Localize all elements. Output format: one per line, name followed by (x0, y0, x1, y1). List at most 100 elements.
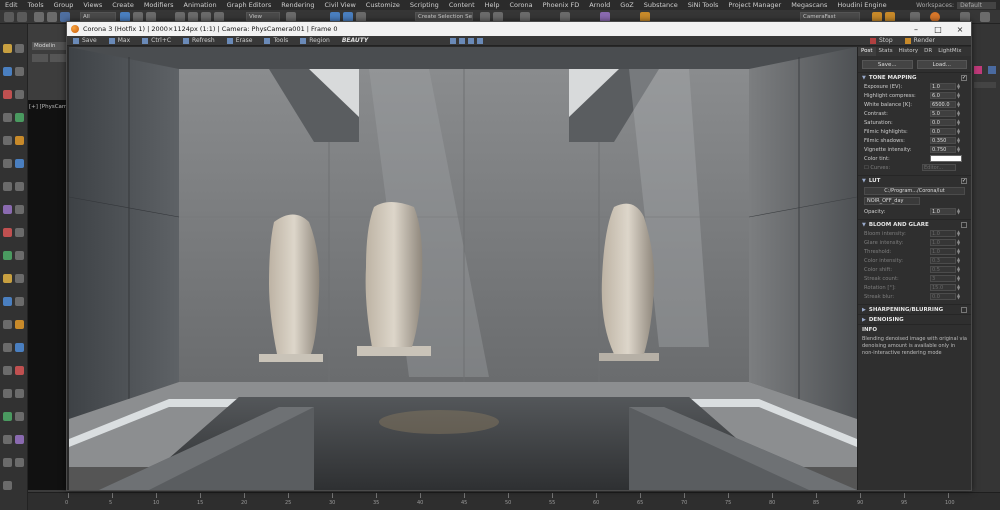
menu-item-views[interactable]: Views (78, 1, 107, 9)
tool-icon[interactable] (3, 228, 12, 237)
spinner-icon[interactable]: ▲ ▼ (956, 101, 961, 108)
menu-item-project-manager[interactable]: Project Manager (723, 1, 786, 9)
menu-item-civil-view[interactable]: Civil View (319, 1, 360, 9)
tool-icon[interactable] (15, 182, 24, 191)
tool-icon[interactable] (15, 435, 24, 444)
tool-icon[interactable] (3, 481, 12, 490)
lut-opacity-input[interactable]: 1.0 (930, 208, 956, 215)
tool-icon[interactable] (3, 159, 12, 168)
tool-icon[interactable] (15, 228, 24, 237)
save-settings-button[interactable]: Save... (862, 60, 913, 69)
menu-item-arnold[interactable]: Arnold (584, 1, 615, 9)
close-icon[interactable]: × (949, 25, 971, 34)
copy-button[interactable]: Ctrl+C (136, 37, 177, 44)
menu-item-modifiers[interactable]: Modifiers (139, 1, 179, 9)
selection-set-dropdown[interactable]: Create Selection Set (415, 12, 473, 21)
spinner-icon[interactable]: ▲ ▼ (956, 266, 961, 273)
lut-path-button[interactable]: C:/Program.../Corona/lut (864, 187, 965, 195)
workspaces-selector[interactable]: Workspaces: Default (916, 1, 1000, 9)
timeline[interactable]: 0 5 10 15 20 25 30 35 40 45 50 55 60 65 70 75 80 85 90 95 10… (28, 492, 1000, 510)
tools-button[interactable]: Tools (258, 37, 294, 44)
param-input[interactable]: 0.0 (930, 293, 956, 300)
render-image[interactable] (69, 47, 857, 490)
tool-icon[interactable] (15, 205, 24, 214)
refresh-button[interactable]: Refresh (177, 37, 221, 44)
param-input[interactable]: 0.0 (930, 128, 956, 135)
spinner-icon[interactable]: ▲ ▼ (956, 284, 961, 291)
lut-dropdown[interactable]: NOIR_OFF_day (864, 197, 920, 205)
curves-editor-button[interactable]: Editor... (922, 164, 956, 171)
param-input[interactable]: 1.0 (930, 239, 956, 246)
tool-icon[interactable] (15, 320, 24, 329)
viewport-label[interactable]: [+] [PhysCam (29, 104, 67, 110)
tool-icon[interactable] (15, 44, 24, 53)
menu-item-phoenix-fd[interactable]: Phoenix FD (538, 1, 585, 9)
link-icon[interactable] (34, 12, 44, 22)
param-input[interactable]: 1.0 (930, 83, 956, 90)
render-button[interactable]: Render (899, 37, 941, 44)
spinner-icon[interactable]: ▲ ▼ (956, 293, 961, 300)
workspaces-value[interactable]: Default (957, 1, 996, 9)
menu-item-edit[interactable]: Edit (0, 1, 23, 9)
spinner-icon[interactable]: ▲ ▼ (956, 119, 961, 126)
help-icon[interactable] (980, 12, 990, 22)
tool-icon[interactable] (3, 182, 12, 191)
menu-item-graph-editors[interactable]: Graph Editors (222, 1, 277, 9)
tool-icon[interactable] (3, 297, 12, 306)
param-input[interactable]: 3 (930, 275, 956, 282)
menu-item-rendering[interactable]: Rendering (276, 1, 319, 9)
tab-dr[interactable]: DR (921, 47, 935, 56)
render-element-selector[interactable]: BEAUTY (336, 37, 374, 44)
panel-button[interactable] (50, 54, 66, 62)
tool-icon[interactable] (15, 343, 24, 352)
tool-icon[interactable] (3, 274, 12, 283)
param-input[interactable]: 5.0 (930, 110, 956, 117)
param-input[interactable]: 1.0 (930, 248, 956, 255)
erase-button[interactable]: Erase (221, 37, 259, 44)
param-input[interactable]: 6.0 (930, 92, 956, 99)
spinner-icon[interactable]: ▲ ▼ (956, 230, 961, 237)
menu-item-content[interactable]: Content (444, 1, 480, 9)
spinner-icon[interactable]: ▲ ▼ (956, 239, 961, 246)
spinner-icon[interactable]: ▲ ▼ (956, 137, 961, 144)
tool-icon[interactable] (15, 159, 24, 168)
menu-item-group[interactable]: Group (49, 1, 79, 9)
menu-item-houdini-engine[interactable]: Houdini Engine (832, 1, 891, 9)
bloom-glare-header[interactable]: ▼ BLOOM AND GLARE (858, 219, 971, 229)
max-button[interactable]: Max (103, 37, 136, 44)
tool-icon[interactable] (15, 458, 24, 467)
spinner-icon[interactable]: ▲ ▼ (956, 110, 961, 117)
tool-icon[interactable] (3, 435, 12, 444)
spinner-icon[interactable]: ▲ ▼ (956, 275, 961, 282)
panel-button[interactable] (32, 54, 48, 62)
enable-checkbox[interactable]: ✓ (961, 75, 967, 81)
denoising-header[interactable]: ▶ DENOISING (858, 314, 971, 324)
spinner-icon[interactable]: ▲ ▼ (956, 92, 961, 99)
reference-coordinate-dropdown[interactable]: View (246, 12, 280, 21)
save-button[interactable]: Save (67, 37, 103, 44)
tab-post[interactable]: Post (858, 47, 876, 56)
minimize-icon[interactable]: – (905, 25, 927, 34)
color-swatch-icon[interactable] (974, 66, 982, 74)
tool-icon[interactable] (3, 136, 12, 145)
spinner-icon[interactable]: ▲ ▼ (956, 83, 961, 90)
modifier-icon[interactable] (988, 66, 996, 74)
tool-icon[interactable] (3, 113, 12, 122)
menu-item-animation[interactable]: Animation (179, 1, 222, 9)
tab-stats[interactable]: Stats (876, 47, 896, 56)
tool-icon[interactable] (15, 251, 24, 260)
tool-icon[interactable] (3, 44, 12, 53)
enable-checkbox[interactable] (961, 222, 967, 228)
menu-item-create[interactable]: Create (107, 1, 139, 9)
menu-item-scripting[interactable]: Scripting (405, 1, 444, 9)
modeling-tab[interactable]: Modelin (32, 42, 66, 50)
load-settings-button[interactable]: Load... (916, 60, 967, 69)
tool-icon[interactable] (15, 90, 24, 99)
menu-item-help[interactable]: Help (480, 1, 505, 9)
lut-header[interactable]: ▼ LUT ✓ (858, 175, 971, 185)
tool-icon[interactable] (15, 136, 24, 145)
enable-checkbox[interactable] (961, 307, 967, 313)
curves-checkbox[interactable]: ☐ Curves: (864, 165, 922, 171)
spinner-icon[interactable]: ▲ ▼ (956, 257, 961, 264)
maximize-icon[interactable]: □ (927, 25, 949, 34)
